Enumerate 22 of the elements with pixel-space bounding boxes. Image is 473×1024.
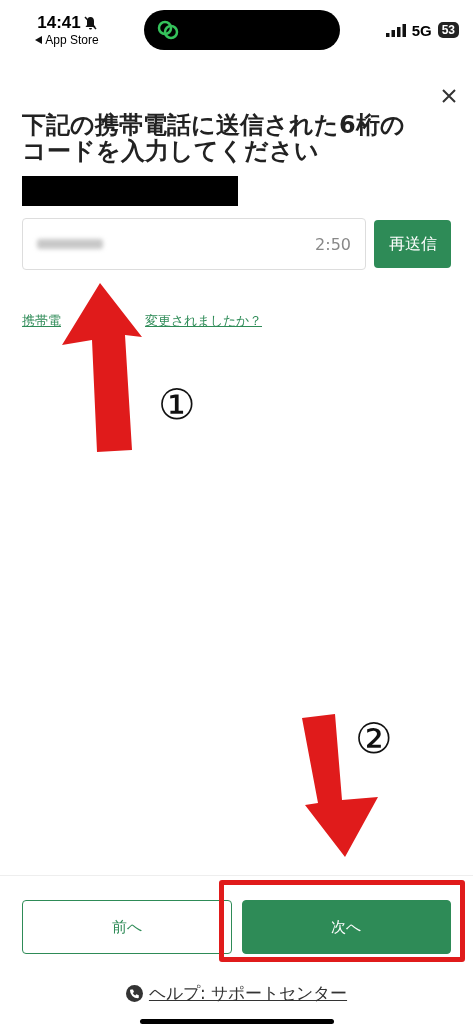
back-link[interactable]: App Store [45, 33, 99, 47]
back-icon[interactable] [35, 36, 43, 44]
help-link[interactable]: ヘルプ: サポートセンター [148, 982, 348, 1005]
time: 14:41 [37, 13, 81, 33]
step-number: ① [158, 383, 196, 427]
resend-button[interactable]: 再送信 [374, 220, 451, 268]
step-number: ② [355, 717, 393, 761]
back-button[interactable]: 前へ [22, 900, 232, 954]
code-input-field[interactable]: 2:50 [22, 218, 366, 270]
countdown-timer: 2:50 [315, 234, 351, 254]
blurred-code [37, 239, 103, 249]
page-title: 下記の携帯電話に送信された6桁のコードを入力してください [22, 112, 406, 164]
next-button[interactable]: 次へ [241, 900, 451, 954]
muted-bell-icon [83, 16, 97, 30]
close-icon[interactable] [441, 88, 457, 104]
phone-change-link[interactable]: 携帯電 [22, 312, 61, 330]
chain-link-icon [156, 19, 180, 41]
signal-icon [385, 23, 406, 37]
phone-icon [125, 985, 143, 1002]
phone-change-link[interactable]: 変更されましたか？ [145, 312, 262, 330]
battery-level: 53 [437, 22, 459, 38]
network-type: 5G [411, 21, 432, 39]
